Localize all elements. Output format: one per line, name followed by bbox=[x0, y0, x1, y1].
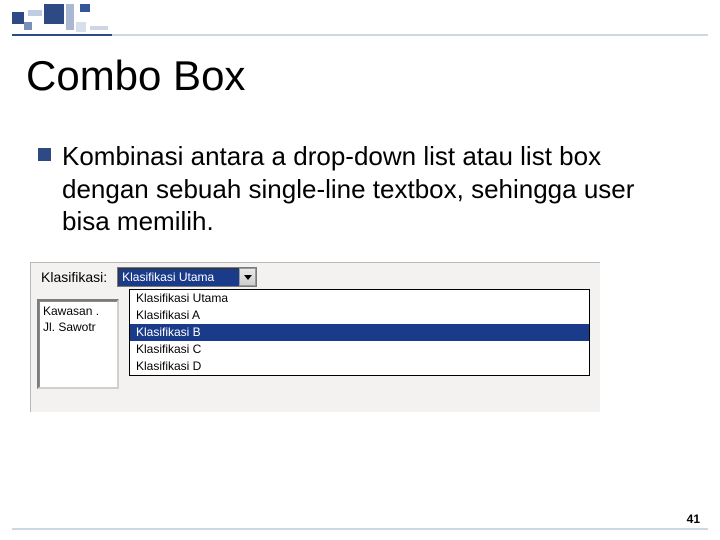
page-number: 41 bbox=[687, 512, 700, 526]
klasifikasi-label: Klasifikasi: bbox=[41, 269, 107, 285]
list-item[interactable]: Jl. Sawotr bbox=[43, 319, 113, 335]
klasifikasi-dropdown[interactable]: Klasifikasi Utama Klasifikasi A Klasifik… bbox=[129, 289, 590, 376]
combobox-value[interactable]: Klasifikasi Utama bbox=[117, 267, 257, 287]
dropdown-option[interactable]: Klasifikasi Utama bbox=[130, 290, 589, 307]
slide-decoration bbox=[0, 0, 720, 36]
dropdown-option-selected[interactable]: Klasifikasi B bbox=[130, 324, 589, 341]
chevron-down-icon[interactable] bbox=[239, 268, 256, 286]
list-item[interactable]: Kawasan . bbox=[43, 303, 113, 319]
example-panel: Klasifikasi: Klasifikasi Utama Klasifika… bbox=[30, 262, 600, 412]
bottom-rule bbox=[12, 528, 708, 530]
address-listbox[interactable]: Kawasan . Jl. Sawotr bbox=[37, 299, 119, 389]
rule-plain bbox=[112, 34, 708, 36]
rule-accent bbox=[12, 34, 112, 36]
bullet-square-icon bbox=[38, 148, 51, 161]
dropdown-option[interactable]: Klasifikasi C bbox=[130, 341, 589, 358]
field-row: Klasifikasi: Klasifikasi Utama bbox=[41, 267, 600, 287]
dropdown-option[interactable]: Klasifikasi A bbox=[130, 307, 589, 324]
bullet-text: Kombinasi antara a drop-down list atau l… bbox=[62, 140, 680, 238]
dropdown-option[interactable]: Klasifikasi D bbox=[130, 358, 589, 375]
klasifikasi-combobox[interactable]: Klasifikasi Utama bbox=[117, 267, 257, 287]
page-title: Combo Box bbox=[26, 52, 245, 100]
